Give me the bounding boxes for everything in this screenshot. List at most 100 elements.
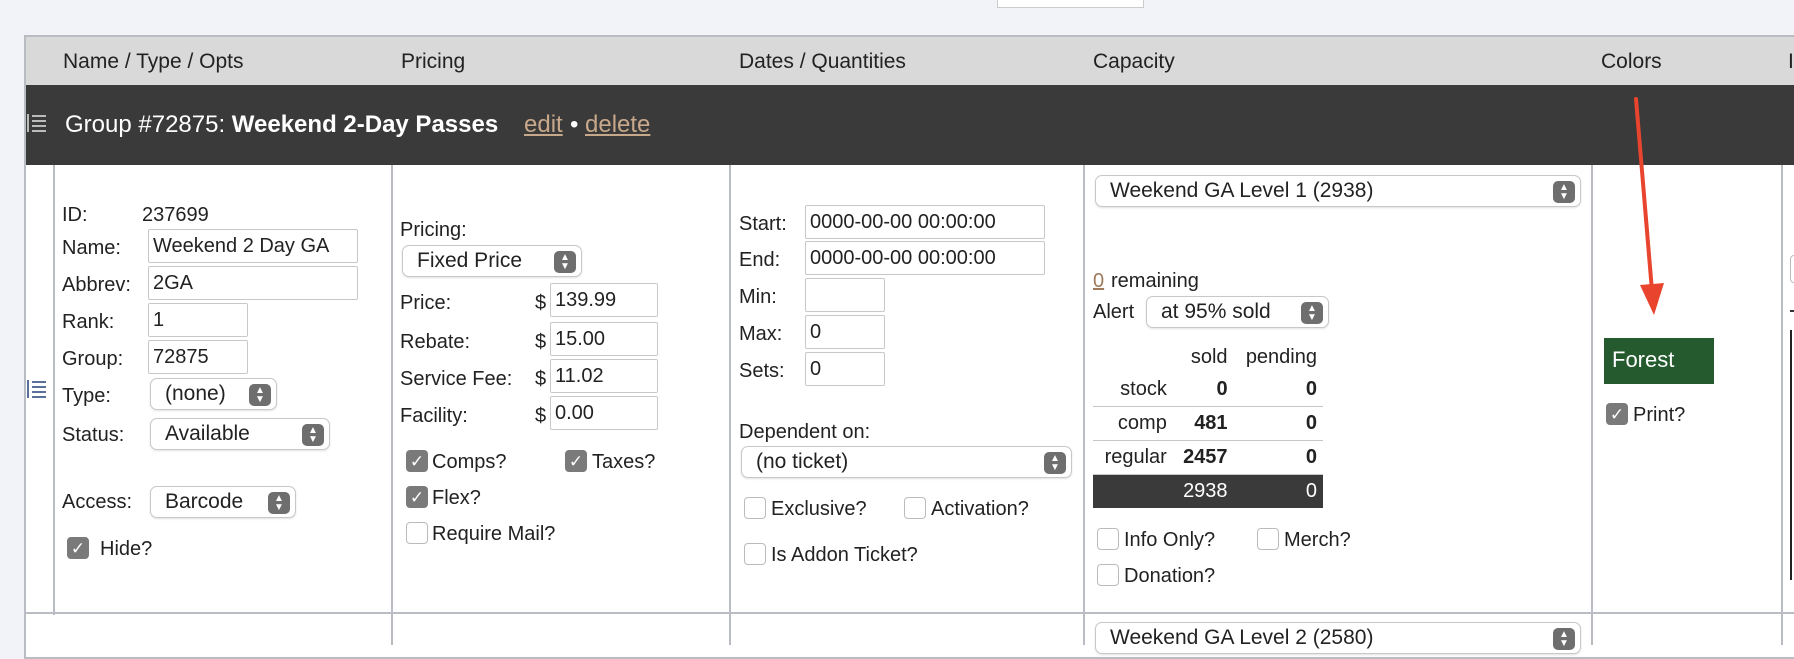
abbrev-input[interactable] [148,266,358,300]
sets-label: Sets: [739,360,785,382]
taxes-checkbox[interactable]: ✓ [565,450,587,472]
remaining-label: remaining [1111,270,1199,292]
max-label: Max: [739,323,783,345]
donation-checkbox[interactable] [1097,564,1119,586]
row-drag-icon[interactable] [26,378,48,400]
stats-row-total: 2938 0 [1093,474,1323,508]
stats-pending: 0 [1233,406,1323,441]
type-select[interactable]: (none) ▲ ▼ [150,378,277,410]
select-arrows-icon: ▲ ▼ [1553,181,1575,203]
alert-select-value: at 95% sold [1161,300,1271,323]
min-input[interactable] [805,278,885,312]
header-colors: Colors [1601,50,1662,73]
flex-checkbox[interactable]: ✓ [406,486,428,508]
price-label: Price: [400,292,452,314]
min-label: Min: [739,286,777,308]
rebate-currency: $ [535,331,547,353]
offscreen-marker [1790,310,1794,312]
donation-label: Donation? [1124,565,1216,587]
capacity-stats-table: sold pending stock 0 0 comp 481 0 regula… [1093,341,1323,508]
col-divider [1781,165,1783,645]
dependent-select-value: (no ticket) [756,450,849,473]
comps-label: Comps? [432,451,507,473]
alert-label: Alert [1093,301,1135,323]
stats-col-blank [1093,341,1173,373]
header-capacity: Capacity [1093,50,1175,73]
merch-checkbox[interactable] [1257,528,1279,550]
print-label: Print? [1633,404,1686,426]
access-label: Access: [62,491,133,513]
comps-checkbox[interactable]: ✓ [406,450,428,472]
next-capacity-level-value: Weekend GA Level 2 (2580) [1110,626,1374,649]
start-label: Start: [739,213,787,235]
status-select[interactable]: Available ▲ ▼ [150,418,330,450]
info-only-checkbox[interactable] [1097,528,1119,550]
annotation-arrow-icon [1634,97,1664,315]
dependent-select[interactable]: (no ticket) ▲ ▼ [741,446,1072,478]
remaining-count-link[interactable]: 0 [1093,270,1104,293]
group-delete-link[interactable]: delete [585,111,650,139]
addon-checkbox[interactable] [744,543,766,565]
end-input[interactable] [805,241,1045,275]
select-arrows-icon: ▲ ▼ [268,492,290,514]
service-fee-input[interactable] [550,359,658,393]
col-divider [391,165,393,645]
pricing-select[interactable]: Fixed Price ▲ ▼ [402,245,582,277]
require-mail-checkbox[interactable] [406,522,428,544]
group-input[interactable] [148,340,248,374]
name-label: Name: [62,237,121,259]
activation-checkbox[interactable] [904,497,926,519]
sets-input[interactable] [805,352,885,386]
top-tab-stub [997,0,1144,8]
header-extra: I [1788,50,1794,73]
rebate-input[interactable] [550,322,658,356]
stats-sold: 481 [1172,406,1234,441]
col-divider [1591,165,1593,645]
merch-label: Merch? [1284,529,1351,551]
rank-input[interactable] [148,303,248,337]
start-input[interactable] [805,205,1045,239]
pricing-label: Pricing: [400,219,467,241]
facility-input[interactable] [550,396,658,430]
stats-row-regular: regular 2457 0 [1093,440,1323,475]
service-fee-label: Service Fee: [400,368,513,390]
access-select[interactable]: Barcode ▲ ▼ [150,486,296,518]
offscreen-textarea[interactable] [1790,330,1794,580]
name-input[interactable] [148,229,358,263]
group-drag-icon[interactable] [26,112,48,134]
alert-select[interactable]: at 95% sold ▲ ▼ [1146,296,1329,328]
stats-row-comp: comp 481 0 [1093,406,1323,441]
facility-currency: $ [535,405,547,427]
print-checkbox[interactable]: ✓ [1606,403,1628,425]
stats-pending: 0 [1233,440,1323,475]
offscreen-control[interactable] [1790,255,1794,283]
group-edit-link[interactable]: edit [524,111,563,139]
exclusive-checkbox[interactable] [744,497,766,519]
stats-row-stock: stock 0 0 [1093,373,1323,407]
service-fee-currency: $ [535,368,547,390]
price-input[interactable] [550,283,658,317]
table-header-row [26,37,1794,85]
id-label: ID: [62,204,88,226]
stats-pending: 0 [1233,373,1323,407]
header-dates: Dates / Quantities [739,50,906,73]
stats-sold: 0 [1172,373,1234,407]
addon-label: Is Addon Ticket? [771,544,918,566]
pricing-select-value: Fixed Price [417,249,523,272]
stats-sold: 2457 [1172,440,1234,475]
rank-label: Rank: [62,311,115,333]
facility-label: Facility: [400,405,468,427]
row-divider [26,612,1794,614]
color-swatch[interactable]: Forest [1604,338,1714,384]
hide-checkbox[interactable]: ✓ [67,537,89,559]
price-currency: $ [535,292,547,314]
status-label: Status: [62,424,125,446]
col-divider [1083,165,1085,645]
group-label: Group: [62,348,124,370]
next-capacity-level-select[interactable]: Weekend GA Level 2 (2580) ▲ ▼ [1095,622,1581,654]
select-arrows-icon: ▲ ▼ [249,384,271,406]
type-label: Type: [62,385,111,407]
max-input[interactable] [805,315,885,349]
capacity-level-select[interactable]: Weekend GA Level 1 (2938) ▲ ▼ [1095,175,1581,207]
access-select-value: Barcode [165,490,244,513]
